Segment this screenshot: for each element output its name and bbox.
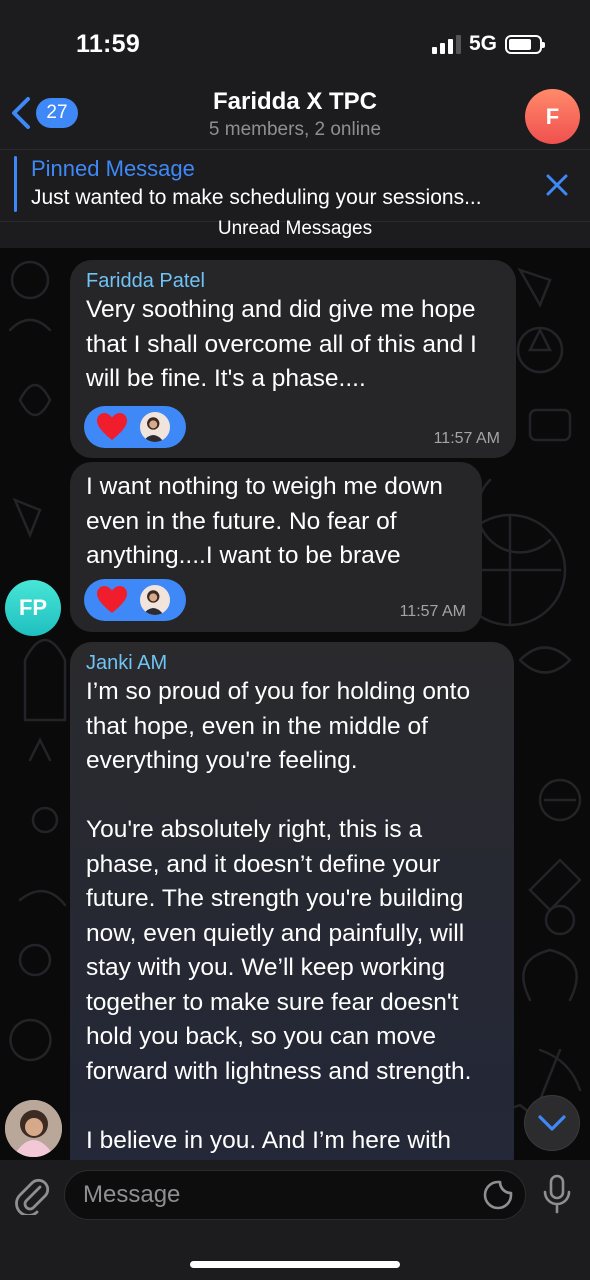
pinned-indicator (14, 156, 17, 212)
chevron-down-icon (538, 1115, 566, 1131)
message-time: 11:57 AM (433, 430, 500, 447)
heart-icon (97, 586, 127, 613)
sender-name[interactable]: Faridda Patel (86, 270, 496, 293)
sender-avatar[interactable]: FP (5, 580, 61, 636)
message-text: I’m so proud of you for holding onto tha… (86, 678, 472, 1154)
group-avatar[interactable]: F (525, 89, 580, 144)
status-time: 11:59 (76, 30, 141, 58)
network-label: 5G (468, 32, 497, 55)
message-text: I want nothing to weigh me down even in … (86, 473, 443, 569)
pinned-message-banner[interactable]: Pinned Message Just wanted to make sched… (0, 150, 590, 222)
message-bubble[interactable]: Janki AM I’m so proud of you for holding… (70, 642, 514, 1182)
signal-icon (431, 34, 461, 54)
chat-subtitle: 5 members, 2 online (208, 119, 382, 140)
pinned-text: Just wanted to make scheduling your sess… (31, 186, 482, 209)
sticker-icon[interactable] (483, 1180, 513, 1210)
heart-icon (97, 413, 127, 440)
message-time: 11:57 AM (399, 603, 466, 620)
chat-title[interactable]: Faridda X TPC (0, 88, 590, 116)
message-input[interactable] (64, 1170, 526, 1220)
close-icon[interactable] (544, 172, 570, 198)
paperclip-icon[interactable] (14, 1175, 50, 1215)
microphone-icon[interactable] (542, 1174, 572, 1214)
reactor-avatar (138, 583, 172, 617)
unread-messages-divider: Unread Messages (0, 219, 590, 248)
status-icons: 5G (431, 32, 545, 56)
pinned-title: Pinned Message (31, 156, 195, 181)
chat-header: 11:59 5G 27 Faridda X TPC 5 members, 2 o… (0, 0, 590, 150)
battery-icon (505, 34, 545, 54)
sender-name[interactable]: Janki AM (86, 652, 494, 675)
message-text: Very soothing and did give me hope that … (86, 296, 477, 392)
home-indicator (190, 1261, 400, 1268)
reactor-avatar (138, 410, 172, 444)
heart-reaction[interactable] (84, 406, 186, 448)
sender-avatar[interactable] (5, 1100, 62, 1157)
heart-reaction[interactable] (84, 579, 186, 621)
profile-photo (5, 1100, 62, 1157)
scroll-down-button[interactable] (524, 1095, 580, 1151)
